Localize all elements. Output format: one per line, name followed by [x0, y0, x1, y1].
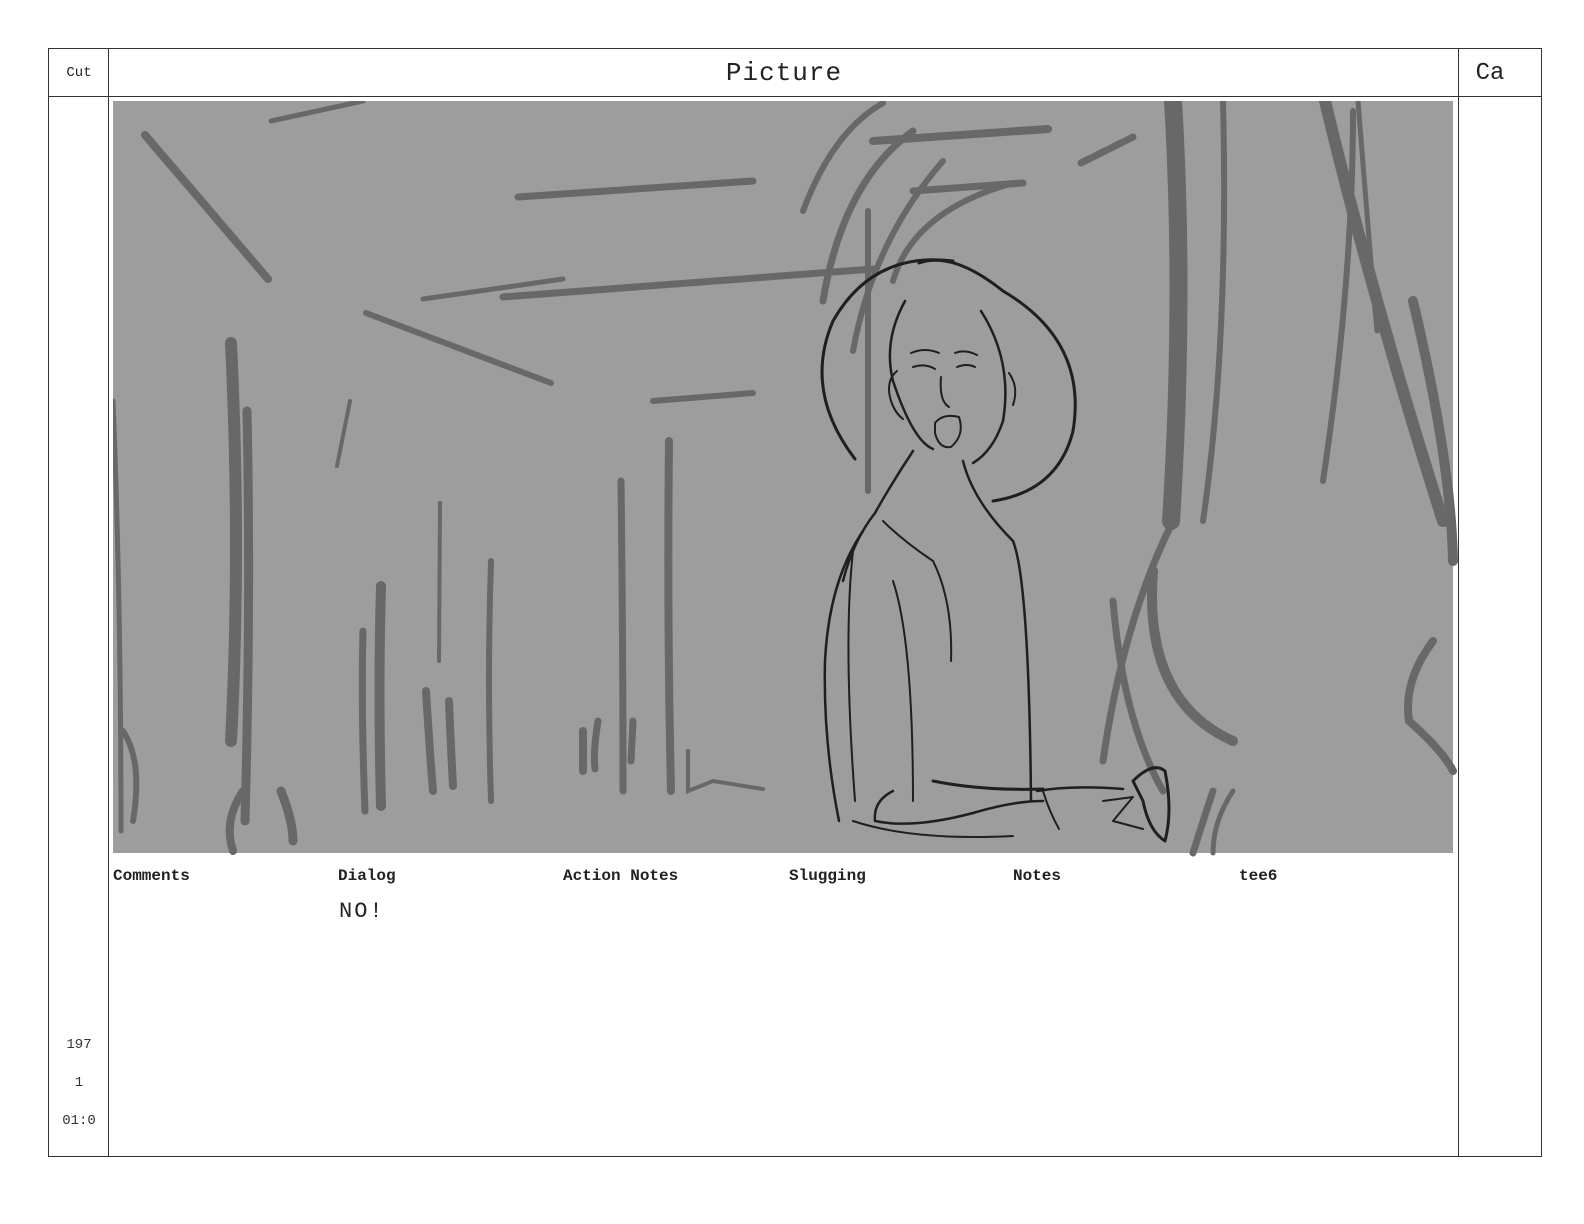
- field-labels-row: Comments Dialog Action Notes Slugging No…: [113, 861, 1485, 885]
- storyboard-sheet: Cut Picture Ca Comments Dialog Action No…: [48, 48, 1542, 1157]
- timecode: 01:0: [62, 1113, 96, 1129]
- dialog-text[interactable]: NO!: [339, 899, 385, 924]
- slugging-label: Slugging: [789, 867, 866, 885]
- camera-header: Ca: [1475, 59, 1505, 87]
- dialog-label: Dialog: [338, 867, 396, 885]
- action-notes-label: Action Notes: [563, 867, 679, 885]
- panel-number: 1: [74, 1075, 84, 1091]
- notes-label: Notes: [1013, 867, 1062, 885]
- tee6-label: tee6: [1239, 867, 1278, 885]
- storyboard-sketch-icon: [113, 101, 1458, 857]
- picture-header: Picture: [725, 58, 843, 88]
- comments-label: Comments: [113, 867, 190, 885]
- storyboard-panel[interactable]: [113, 101, 1463, 861]
- cut-header: Cut: [66, 65, 92, 81]
- cut-column-divider: [108, 49, 109, 1156]
- scene-number: 197: [66, 1037, 92, 1053]
